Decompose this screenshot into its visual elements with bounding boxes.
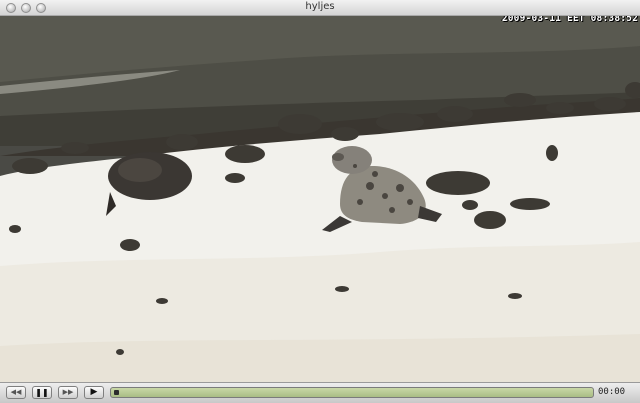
play-icon: ▶ [90,387,98,397]
fast-forward-button[interactable]: ▶▶ [58,386,78,399]
window-title: hyljes [305,1,335,12]
play-button[interactable]: ▶ [84,386,104,399]
seek-knob[interactable] [114,390,119,395]
pause-button[interactable]: ❚❚ [32,386,52,399]
playback-controls: ◀◀ ❚❚ ▶▶ ▶ 00:00 [0,382,640,403]
timestamp-overlay: 2009-03-11 EET 08:38:52 [501,16,638,24]
pause-icon: ❚❚ [35,387,49,397]
video-frame[interactable]: 2009-03-11 EET 08:38:52 [0,16,640,382]
seek-bar[interactable] [110,387,594,398]
rewind-icon: ◀◀ [10,388,22,396]
fast-forward-icon: ▶▶ [62,388,74,396]
rewind-button[interactable]: ◀◀ [6,386,26,399]
title-bar[interactable]: hyljes [0,0,640,16]
video-scene [0,16,640,382]
video-player-window: hyljes 2009-03-11 EET 08:38:52 ◀◀ ❚❚ ▶▶ … [0,0,640,403]
current-time: 00:00 [598,387,626,397]
